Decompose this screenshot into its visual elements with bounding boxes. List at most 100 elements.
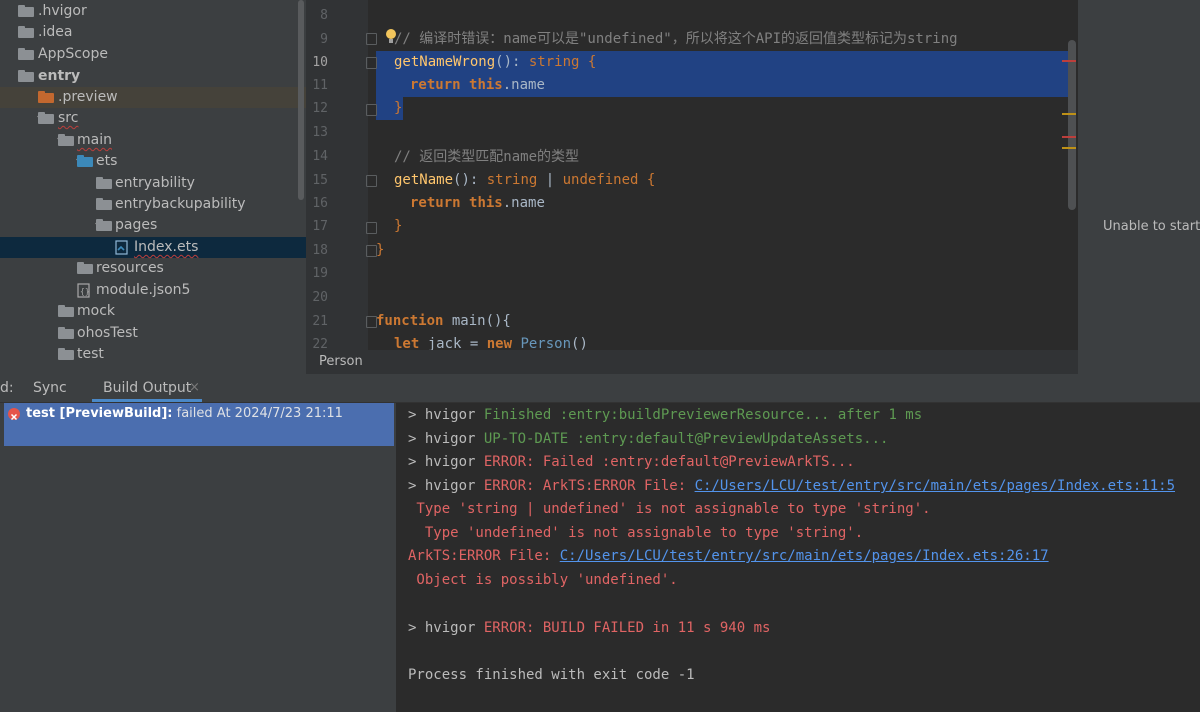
tab-build-output-label: Build Output — [103, 380, 192, 396]
code-token: function — [376, 313, 452, 329]
console-prefix: > hvigor — [408, 454, 484, 470]
fold-marker-icon[interactable] — [366, 33, 377, 45]
fold-marker-icon[interactable] — [366, 175, 377, 187]
tree-item[interactable]: ›resources — [0, 258, 306, 279]
tree-item[interactable]: ⌄main — [0, 130, 306, 151]
console-text: ERROR: BUILD FAILED in 11 s 940 ms — [483, 620, 771, 636]
code-line-10: getNameWrong(): string { — [394, 51, 596, 74]
folder-icon — [18, 70, 34, 82]
build-tree-item-label: test [PreviewBuild]: failed At 2024/7/23… — [26, 405, 343, 423]
console-text: ArkTS:ERROR File: — [408, 548, 560, 564]
console-line: Process finished with exit code -1 — [408, 667, 695, 683]
breadcrumb[interactable]: Person — [306, 350, 1078, 374]
tool-window-label: d: — [0, 380, 14, 396]
console-prefix: > hvigor — [408, 407, 484, 423]
code-line-12: } — [394, 97, 402, 120]
fold-marker-icon[interactable] — [366, 222, 377, 234]
tree-item-label: .hvigor — [38, 3, 87, 19]
error-icon — [8, 408, 20, 421]
code-token: } — [394, 218, 403, 234]
code-token: { — [638, 172, 656, 188]
tab-sync[interactable]: Sync — [33, 374, 67, 402]
tree-item-label: AppScope — [38, 46, 108, 62]
tree-item[interactable]: {} module.json5 — [0, 280, 306, 301]
tree-item[interactable]: ›ohosTest — [0, 323, 306, 344]
tree-item[interactable]: ›AppScope — [0, 44, 306, 65]
console-text: ERROR: Failed :entry:default@PreviewArkT… — [483, 454, 855, 470]
line-number: 15 — [312, 173, 328, 188]
build-status: failed At 2024/7/23 21:11 — [172, 406, 343, 421]
svg-text:{}: {} — [80, 287, 90, 296]
console-line: > hvigor ERROR: ArkTS:ERROR File: C:/Use… — [408, 475, 1175, 497]
console-text: Finished :entry:buildPreviewerResource..… — [483, 407, 923, 423]
tree-item-label: main — [77, 132, 112, 148]
code-line-11: return this.name — [410, 74, 545, 97]
folder-icon — [18, 26, 34, 38]
folder-icon — [38, 112, 54, 124]
tree-item[interactable]: ›test — [0, 344, 306, 365]
folder-icon — [77, 262, 93, 274]
console-line: > hvigor UP-TO-DATE :entry:default@Previ… — [408, 428, 888, 450]
code-token: this — [469, 195, 503, 211]
tree-item[interactable]: ›.preview — [0, 87, 306, 108]
folder-icon — [96, 177, 112, 189]
console-line: Type 'undefined' is not assignable to ty… — [408, 525, 864, 541]
error-marker[interactable] — [1062, 60, 1076, 62]
previewer-panel — [1078, 0, 1200, 374]
console-line: Type 'string | undefined' is not assigna… — [408, 501, 931, 517]
console-line: Object is possibly 'undefined'. — [408, 572, 678, 588]
tree-item[interactable]: ⌄src — [0, 108, 306, 129]
code-token: new — [486, 336, 521, 350]
line-number: 10 — [312, 55, 328, 70]
warning-marker[interactable] — [1062, 113, 1076, 115]
folder-icon — [38, 91, 54, 103]
console-prefix: > hvigor — [408, 620, 484, 636]
code-token: this — [469, 77, 503, 93]
line-number: 20 — [312, 290, 328, 305]
tree-item[interactable]: ⌄pages — [0, 215, 306, 236]
file-link[interactable]: C:/Users/LCU/test/entry/src/main/ets/pag… — [560, 548, 1049, 564]
code-line-17: } — [394, 215, 402, 238]
tree-item[interactable]: ›.idea — [0, 22, 306, 43]
line-number: 22 — [312, 337, 328, 350]
code-token: (){ — [485, 313, 511, 329]
error-marker[interactable] — [1062, 136, 1076, 138]
file-link[interactable]: C:/Users/LCU/test/entry/src/main/ets/pag… — [695, 478, 1175, 494]
tree-item[interactable]: ›mock — [0, 301, 306, 322]
fold-marker-icon[interactable] — [366, 57, 377, 69]
tree-item[interactable]: ›.hvigor — [0, 1, 306, 22]
breadcrumb-item[interactable]: Person — [319, 354, 363, 369]
folder-icon — [18, 48, 34, 60]
line-number: 13 — [312, 125, 328, 140]
code-token: () — [571, 336, 588, 350]
code-token: getNameWrong — [394, 54, 496, 70]
tree-item[interactable]: ⌄ets — [0, 151, 306, 172]
folder-icon — [58, 305, 74, 317]
fold-marker-icon[interactable] — [366, 104, 377, 116]
tab-build-output[interactable]: Build Output × — [92, 374, 202, 402]
tree-item[interactable]: ⌄entry — [0, 66, 306, 87]
json-file-icon: {} — [77, 283, 91, 298]
tree-item[interactable]: ›entryability — [0, 173, 306, 194]
editor-scrollbar[interactable] — [1068, 40, 1076, 210]
tree-item-label: entryability — [115, 175, 195, 191]
code-line-18: } — [376, 239, 384, 262]
code-line-21: function main(){ — [376, 310, 511, 333]
code-line-14: // 返回类型匹配name的类型 — [394, 146, 579, 169]
folder-icon — [58, 348, 74, 360]
close-icon[interactable]: × — [189, 374, 200, 402]
code-token: } — [376, 242, 385, 258]
code-line-9: // 编译时错误：name可以是"undefined"，所以将这个API的返回值… — [394, 28, 958, 51]
tree-item-label: ohosTest — [77, 325, 138, 341]
code-token: string — [528, 54, 580, 70]
tree-item-label: module.json5 — [96, 282, 191, 298]
code-comment: // 编译时错误：name可以是"undefined"，所以将这个API的返回值… — [394, 31, 958, 47]
code-line-16: return this.name — [410, 192, 545, 215]
build-tree-item[interactable]: test [PreviewBuild]: failed At 2024/7/23… — [4, 403, 394, 446]
tree-item[interactable]: Index.ets — [0, 237, 306, 258]
build-tree — [0, 403, 396, 712]
tree-item[interactable]: ›entrybackupability — [0, 194, 306, 215]
warning-marker[interactable] — [1062, 147, 1076, 149]
tree-scrollbar[interactable] — [298, 0, 304, 200]
code-comment: // 返回类型匹配name的类型 — [394, 149, 580, 165]
